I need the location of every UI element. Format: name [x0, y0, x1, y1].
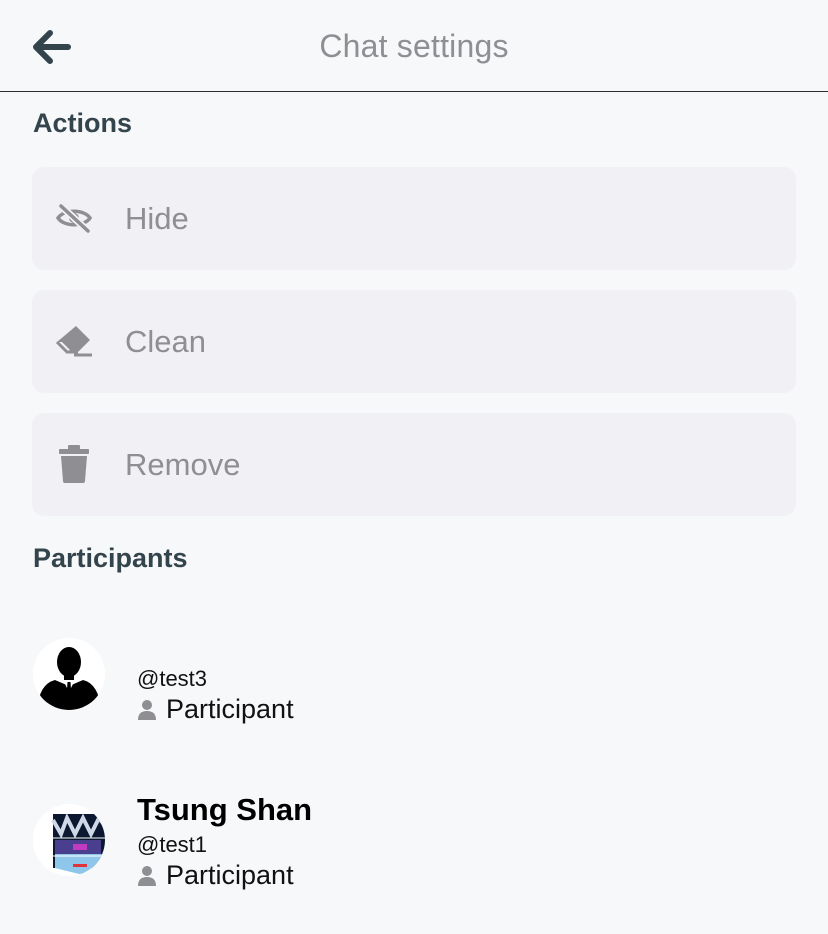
- participant-role-label: Participant: [166, 694, 294, 724]
- participant-role-label: Participant: [166, 860, 294, 890]
- clean-label: Clean: [125, 324, 206, 359]
- user-icon: [137, 865, 157, 887]
- page-title: Chat settings: [319, 28, 509, 64]
- hide-label: Hide: [125, 201, 189, 236]
- clean-button[interactable]: Clean: [32, 290, 796, 393]
- participants-section-title: Participants: [33, 543, 188, 573]
- remove-label: Remove: [125, 447, 241, 482]
- participant-role: Participant: [137, 860, 294, 891]
- user-icon: [137, 699, 157, 721]
- eye-slash-icon: [54, 198, 94, 238]
- avatar: [33, 804, 105, 876]
- silhouette-avatar: [33, 638, 105, 710]
- remove-button[interactable]: Remove: [32, 413, 796, 516]
- eraser-icon: [54, 321, 94, 361]
- trash-icon: [54, 444, 94, 484]
- hide-button[interactable]: Hide: [32, 167, 796, 270]
- header-bar: Chat settings: [0, 0, 828, 92]
- participant-item[interactable]: Tsung Shan @test1 Participant: [0, 780, 828, 900]
- participant-name: Tsung Shan: [137, 792, 313, 827]
- participant-handle: @test1: [137, 832, 208, 857]
- photo-avatar: [33, 804, 105, 876]
- participant-role: Participant: [137, 694, 294, 725]
- actions-section-title: Actions: [33, 108, 133, 138]
- participant-item[interactable]: @test3 Participant: [0, 620, 828, 740]
- avatar: [33, 638, 105, 710]
- participant-handle: @test3: [137, 666, 208, 691]
